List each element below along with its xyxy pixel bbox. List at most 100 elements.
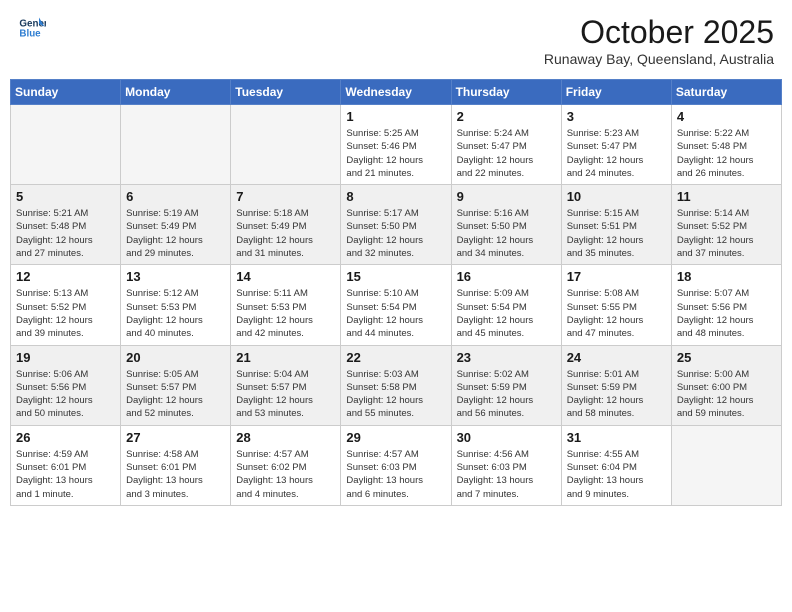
day-number: 27 xyxy=(126,430,225,445)
day-number: 31 xyxy=(567,430,666,445)
day-info: Sunrise: 5:23 AM Sunset: 5:47 PM Dayligh… xyxy=(567,127,666,180)
day-info: Sunrise: 5:15 AM Sunset: 5:51 PM Dayligh… xyxy=(567,207,666,260)
logo: General Blue xyxy=(18,14,46,42)
day-number: 10 xyxy=(567,189,666,204)
weekday-header: Friday xyxy=(561,80,671,105)
calendar-cell xyxy=(671,425,781,505)
day-info: Sunrise: 5:22 AM Sunset: 5:48 PM Dayligh… xyxy=(677,127,776,180)
logo-icon: General Blue xyxy=(18,14,46,42)
day-info: Sunrise: 5:03 AM Sunset: 5:58 PM Dayligh… xyxy=(346,368,445,421)
calendar-cell: 22 Sunrise: 5:03 AM Sunset: 5:58 PM Dayli… xyxy=(341,345,451,425)
day-number: 13 xyxy=(126,269,225,284)
weekday-header: Saturday xyxy=(671,80,781,105)
day-info: Sunrise: 5:14 AM Sunset: 5:52 PM Dayligh… xyxy=(677,207,776,260)
day-number: 24 xyxy=(567,350,666,365)
day-number: 14 xyxy=(236,269,335,284)
weekday-header-row: SundayMondayTuesdayWednesdayThursdayFrid… xyxy=(11,80,782,105)
day-number: 22 xyxy=(346,350,445,365)
day-info: Sunrise: 5:24 AM Sunset: 5:47 PM Dayligh… xyxy=(457,127,556,180)
day-number: 18 xyxy=(677,269,776,284)
day-number: 29 xyxy=(346,430,445,445)
day-info: Sunrise: 5:18 AM Sunset: 5:49 PM Dayligh… xyxy=(236,207,335,260)
day-number: 30 xyxy=(457,430,556,445)
calendar-week-row: 26Sunrise: 4:59 AM Sunset: 6:01 PM Dayli… xyxy=(11,425,782,505)
calendar-cell: 3 Sunrise: 5:23 AM Sunset: 5:47 PM Daylig… xyxy=(561,105,671,185)
weekday-header: Tuesday xyxy=(231,80,341,105)
calendar-cell: 23Sunrise: 5:02 AM Sunset: 5:59 PM Dayli… xyxy=(451,345,561,425)
calendar-cell: 28Sunrise: 4:57 AM Sunset: 6:02 PM Dayli… xyxy=(231,425,341,505)
day-info: Sunrise: 4:57 AM Sunset: 6:03 PM Dayligh… xyxy=(346,448,445,501)
day-number: 6 xyxy=(126,189,225,204)
day-number: 11 xyxy=(677,189,776,204)
calendar-cell: 29 Sunrise: 4:57 AM Sunset: 6:03 PM Dayli… xyxy=(341,425,451,505)
day-info: Sunrise: 5:02 AM Sunset: 5:59 PM Dayligh… xyxy=(457,368,556,421)
day-info: Sunrise: 5:08 AM Sunset: 5:55 PM Dayligh… xyxy=(567,287,666,340)
day-number: 3 xyxy=(567,109,666,124)
day-number: 26 xyxy=(16,430,115,445)
calendar-cell: 30 Sunrise: 4:56 AM Sunset: 6:03 PM Dayli… xyxy=(451,425,561,505)
day-info: Sunrise: 5:16 AM Sunset: 5:50 PM Dayligh… xyxy=(457,207,556,260)
day-info: Sunrise: 4:58 AM Sunset: 6:01 PM Dayligh… xyxy=(126,448,225,501)
calendar-cell: 18 Sunrise: 5:07 AM Sunset: 5:56 PM Dayli… xyxy=(671,265,781,345)
day-number: 4 xyxy=(677,109,776,124)
calendar-cell: 2Sunrise: 5:24 AM Sunset: 5:47 PM Daylig… xyxy=(451,105,561,185)
calendar-cell: 14 Sunrise: 5:11 AM Sunset: 5:53 PM Dayli… xyxy=(231,265,341,345)
location-subtitle: Runaway Bay, Queensland, Australia xyxy=(544,51,774,67)
calendar-cell: 12 Sunrise: 5:13 AM Sunset: 5:52 PM Dayli… xyxy=(11,265,121,345)
calendar-cell: 15 Sunrise: 5:10 AM Sunset: 5:54 PM Dayli… xyxy=(341,265,451,345)
calendar-week-row: 1Sunrise: 5:25 AM Sunset: 5:46 PM Daylig… xyxy=(11,105,782,185)
calendar-cell: 1Sunrise: 5:25 AM Sunset: 5:46 PM Daylig… xyxy=(341,105,451,185)
day-number: 21 xyxy=(236,350,335,365)
calendar-cell: 17 Sunrise: 5:08 AM Sunset: 5:55 PM Dayli… xyxy=(561,265,671,345)
calendar-cell: 4 Sunrise: 5:22 AM Sunset: 5:48 PM Daylig… xyxy=(671,105,781,185)
day-info: Sunrise: 4:56 AM Sunset: 6:03 PM Dayligh… xyxy=(457,448,556,501)
day-number: 19 xyxy=(16,350,115,365)
weekday-header: Sunday xyxy=(11,80,121,105)
calendar-week-row: 19 Sunrise: 5:06 AM Sunset: 5:56 PM Dayli… xyxy=(11,345,782,425)
weekday-header: Wednesday xyxy=(341,80,451,105)
title-block: October 2025 Runaway Bay, Queensland, Au… xyxy=(544,14,774,67)
day-info: Sunrise: 5:19 AM Sunset: 5:49 PM Dayligh… xyxy=(126,207,225,260)
calendar-cell xyxy=(231,105,341,185)
day-info: Sunrise: 5:09 AM Sunset: 5:54 PM Dayligh… xyxy=(457,287,556,340)
day-info: Sunrise: 5:11 AM Sunset: 5:53 PM Dayligh… xyxy=(236,287,335,340)
day-info: Sunrise: 5:12 AM Sunset: 5:53 PM Dayligh… xyxy=(126,287,225,340)
calendar-cell: 20 Sunrise: 5:05 AM Sunset: 5:57 PM Dayli… xyxy=(121,345,231,425)
calendar-cell: 27 Sunrise: 4:58 AM Sunset: 6:01 PM Dayli… xyxy=(121,425,231,505)
calendar-table: SundayMondayTuesdayWednesdayThursdayFrid… xyxy=(10,79,782,506)
day-number: 20 xyxy=(126,350,225,365)
day-info: Sunrise: 5:06 AM Sunset: 5:56 PM Dayligh… xyxy=(16,368,115,421)
day-info: Sunrise: 5:13 AM Sunset: 5:52 PM Dayligh… xyxy=(16,287,115,340)
day-info: Sunrise: 5:10 AM Sunset: 5:54 PM Dayligh… xyxy=(346,287,445,340)
day-number: 16 xyxy=(457,269,556,284)
day-number: 12 xyxy=(16,269,115,284)
month-title: October 2025 xyxy=(544,14,774,51)
calendar-cell: 19 Sunrise: 5:06 AM Sunset: 5:56 PM Dayli… xyxy=(11,345,121,425)
day-number: 1 xyxy=(346,109,445,124)
day-number: 5 xyxy=(16,189,115,204)
day-number: 17 xyxy=(567,269,666,284)
day-number: 15 xyxy=(346,269,445,284)
calendar-cell: 16 Sunrise: 5:09 AM Sunset: 5:54 PM Dayli… xyxy=(451,265,561,345)
svg-text:Blue: Blue xyxy=(19,28,41,39)
day-number: 8 xyxy=(346,189,445,204)
day-number: 9 xyxy=(457,189,556,204)
calendar-cell: 6 Sunrise: 5:19 AM Sunset: 5:49 PM Daylig… xyxy=(121,185,231,265)
day-info: Sunrise: 4:55 AM Sunset: 6:04 PM Dayligh… xyxy=(567,448,666,501)
calendar-cell: 11 Sunrise: 5:14 AM Sunset: 5:52 PM Dayli… xyxy=(671,185,781,265)
day-number: 25 xyxy=(677,350,776,365)
calendar-cell: 8 Sunrise: 5:17 AM Sunset: 5:50 PM Daylig… xyxy=(341,185,451,265)
day-info: Sunrise: 5:00 AM Sunset: 6:00 PM Dayligh… xyxy=(677,368,776,421)
calendar-cell: 10 Sunrise: 5:15 AM Sunset: 5:51 PM Dayli… xyxy=(561,185,671,265)
page-header: General Blue October 2025 Runaway Bay, Q… xyxy=(10,10,782,71)
calendar-cell: 5Sunrise: 5:21 AM Sunset: 5:48 PM Daylig… xyxy=(11,185,121,265)
calendar-cell: 26Sunrise: 4:59 AM Sunset: 6:01 PM Dayli… xyxy=(11,425,121,505)
day-info: Sunrise: 5:05 AM Sunset: 5:57 PM Dayligh… xyxy=(126,368,225,421)
day-number: 7 xyxy=(236,189,335,204)
day-info: Sunrise: 5:04 AM Sunset: 5:57 PM Dayligh… xyxy=(236,368,335,421)
calendar-week-row: 12 Sunrise: 5:13 AM Sunset: 5:52 PM Dayli… xyxy=(11,265,782,345)
day-info: Sunrise: 5:07 AM Sunset: 5:56 PM Dayligh… xyxy=(677,287,776,340)
calendar-cell: 13 Sunrise: 5:12 AM Sunset: 5:53 PM Dayli… xyxy=(121,265,231,345)
day-info: Sunrise: 5:17 AM Sunset: 5:50 PM Dayligh… xyxy=(346,207,445,260)
day-number: 28 xyxy=(236,430,335,445)
